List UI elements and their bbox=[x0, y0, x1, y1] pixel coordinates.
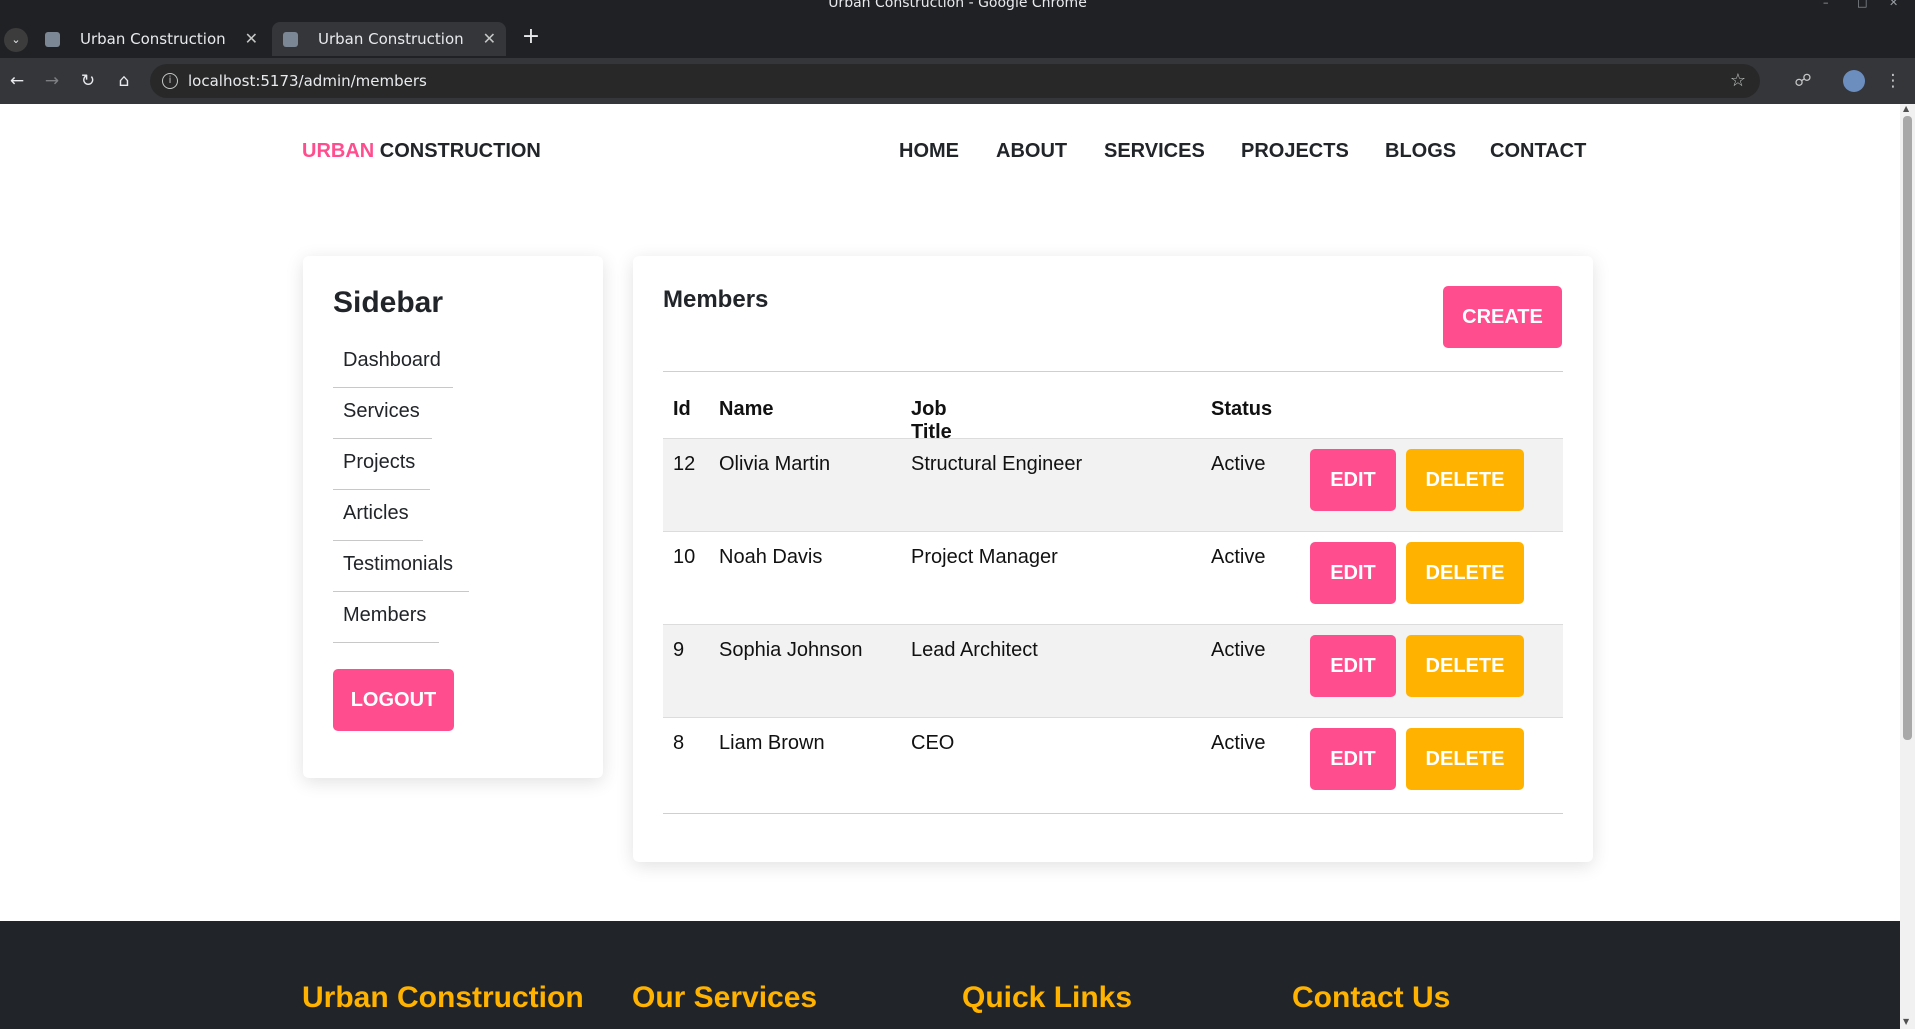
nav-services[interactable]: SERVICES bbox=[1104, 140, 1205, 163]
sidebar-item-services[interactable]: Services bbox=[333, 387, 432, 439]
tab-search-chevron-icon[interactable]: ⌄ bbox=[4, 28, 28, 52]
window-close-icon[interactable]: ✕ bbox=[1889, 0, 1898, 8]
tab-strip: ⌄ Urban Construction ✕ Urban Constructio… bbox=[0, 18, 1915, 58]
menu-kebab-icon[interactable]: ⋮ bbox=[1880, 68, 1906, 94]
extensions-puzzle-icon[interactable]: ☍ bbox=[1790, 68, 1816, 94]
cell-job-title: CEO bbox=[911, 732, 955, 754]
table-row: 8 Liam Brown CEO Active EDIT DELETE bbox=[663, 717, 1563, 810]
address-bar[interactable]: i localhost:5173/admin/members ☆ bbox=[150, 64, 1760, 98]
footer-heading-brand: Urban Construction bbox=[302, 981, 584, 1014]
members-card: Members CREATE Id Name Job Title Status … bbox=[633, 256, 1593, 862]
edit-button[interactable]: EDIT bbox=[1310, 635, 1396, 697]
members-title: Members bbox=[663, 286, 769, 313]
browser-tab-1[interactable]: Urban Construction ✕ bbox=[34, 22, 268, 56]
favicon-icon bbox=[283, 32, 298, 47]
nav-about[interactable]: ABOUT bbox=[996, 140, 1067, 163]
logo-accent-text: URBAN bbox=[302, 140, 375, 162]
header-divider bbox=[663, 371, 1563, 372]
delete-button[interactable]: DELETE bbox=[1406, 449, 1524, 511]
nav-projects[interactable]: PROJECTS bbox=[1241, 140, 1349, 163]
tab-title: Urban Construction bbox=[318, 30, 464, 48]
sidebar-item-members[interactable]: Members bbox=[333, 591, 439, 643]
cell-job-title: Project Manager bbox=[911, 546, 1058, 568]
sidebar-item-testimonials[interactable]: Testimonials bbox=[333, 540, 469, 592]
logout-button[interactable]: LOGOUT bbox=[333, 669, 454, 731]
footer-heading-services: Our Services bbox=[632, 981, 818, 1014]
window-titlebar: Urban Construction - Google Chrome – □ ✕ bbox=[0, 0, 1915, 18]
column-header-id: Id bbox=[673, 398, 691, 420]
sidebar-card: Sidebar Dashboard Services Projects Arti… bbox=[303, 256, 603, 778]
cell-name: Noah Davis bbox=[719, 546, 823, 568]
table-row: 12 Olivia Martin Structural Engineer Act… bbox=[663, 438, 1563, 531]
column-header-status: Status bbox=[1211, 398, 1273, 420]
footer-heading-quick-links: Quick Links bbox=[962, 981, 1133, 1014]
column-header-name: Name bbox=[719, 398, 774, 420]
sidebar-title: Sidebar bbox=[333, 286, 444, 319]
delete-button[interactable]: DELETE bbox=[1406, 728, 1524, 790]
scroll-up-arrow-icon[interactable]: ▲ bbox=[1903, 104, 1909, 113]
edit-button[interactable]: EDIT bbox=[1310, 449, 1396, 511]
minimize-icon[interactable]: – bbox=[1823, 0, 1829, 8]
bookmark-star-icon[interactable]: ☆ bbox=[1730, 64, 1746, 98]
cell-id: 8 bbox=[673, 732, 685, 754]
cell-status: Active bbox=[1211, 453, 1266, 475]
footer-heading-contact: Contact Us bbox=[1292, 981, 1451, 1014]
cell-id: 9 bbox=[673, 639, 685, 661]
cell-job-title: Structural Engineer bbox=[911, 453, 1083, 475]
tab-close-icon[interactable]: ✕ bbox=[245, 22, 258, 56]
nav-home[interactable]: HOME bbox=[899, 140, 959, 163]
cell-job-title: Lead Architect bbox=[911, 639, 1038, 661]
home-icon[interactable]: ⌂ bbox=[111, 68, 137, 94]
page-scrollbar[interactable]: ▲ ▼ bbox=[1900, 104, 1915, 1029]
site-info-icon[interactable]: i bbox=[162, 73, 178, 89]
edit-button[interactable]: EDIT bbox=[1310, 542, 1396, 604]
browser-tab-2[interactable]: Urban Construction ✕ bbox=[272, 22, 506, 56]
cell-id: 12 bbox=[673, 453, 696, 475]
logo-text: CONSTRUCTION bbox=[374, 140, 541, 162]
new-tab-plus-icon[interactable]: + bbox=[516, 22, 546, 52]
cell-id: 10 bbox=[673, 546, 696, 568]
site-footer: Urban Construction Our Services Quick Li… bbox=[0, 921, 1900, 1029]
tab-title: Urban Construction bbox=[80, 30, 226, 48]
cell-status: Active bbox=[1211, 639, 1266, 661]
reload-icon[interactable]: ↻ bbox=[75, 68, 101, 94]
edit-button[interactable]: EDIT bbox=[1310, 728, 1396, 790]
browser-toolbar: ← → ↻ ⌂ i localhost:5173/admin/members ☆… bbox=[0, 58, 1915, 104]
nav-contact[interactable]: CONTACT bbox=[1490, 140, 1586, 163]
url-text: localhost:5173/admin/members bbox=[188, 72, 427, 90]
cell-status: Active bbox=[1211, 732, 1266, 754]
maximize-icon[interactable]: □ bbox=[1857, 0, 1867, 8]
delete-button[interactable]: DELETE bbox=[1406, 542, 1524, 604]
sidebar-item-dashboard[interactable]: Dashboard bbox=[333, 336, 453, 388]
create-button[interactable]: CREATE bbox=[1443, 286, 1562, 348]
table-row: 10 Noah Davis Project Manager Active EDI… bbox=[663, 531, 1563, 624]
table-row: 9 Sophia Johnson Lead Architect Active E… bbox=[663, 624, 1563, 717]
scrollbar-thumb[interactable] bbox=[1903, 116, 1912, 740]
page-viewport: URBAN CONSTRUCTION HOME ABOUT SERVICES P… bbox=[0, 104, 1900, 1029]
back-arrow-icon[interactable]: ← bbox=[4, 68, 30, 94]
cell-name: Liam Brown bbox=[719, 732, 825, 754]
site-logo[interactable]: URBAN CONSTRUCTION bbox=[302, 140, 541, 163]
cell-name: Olivia Martin bbox=[719, 453, 831, 475]
tab-close-icon[interactable]: ✕ bbox=[483, 22, 496, 56]
delete-button[interactable]: DELETE bbox=[1406, 635, 1524, 697]
cell-status: Active bbox=[1211, 546, 1266, 568]
nav-blogs[interactable]: BLOGS bbox=[1385, 140, 1456, 163]
scroll-down-arrow-icon[interactable]: ▼ bbox=[1903, 1017, 1909, 1026]
forward-arrow-icon[interactable]: → bbox=[39, 68, 65, 94]
sidebar-item-projects[interactable]: Projects bbox=[333, 438, 430, 490]
window-title: Urban Construction - Google Chrome bbox=[828, 0, 1087, 11]
profile-avatar[interactable] bbox=[1843, 70, 1865, 92]
cell-name: Sophia Johnson bbox=[719, 639, 863, 661]
favicon-icon bbox=[45, 32, 60, 47]
sidebar-item-articles[interactable]: Articles bbox=[333, 489, 423, 541]
table-bottom-divider bbox=[663, 813, 1563, 814]
